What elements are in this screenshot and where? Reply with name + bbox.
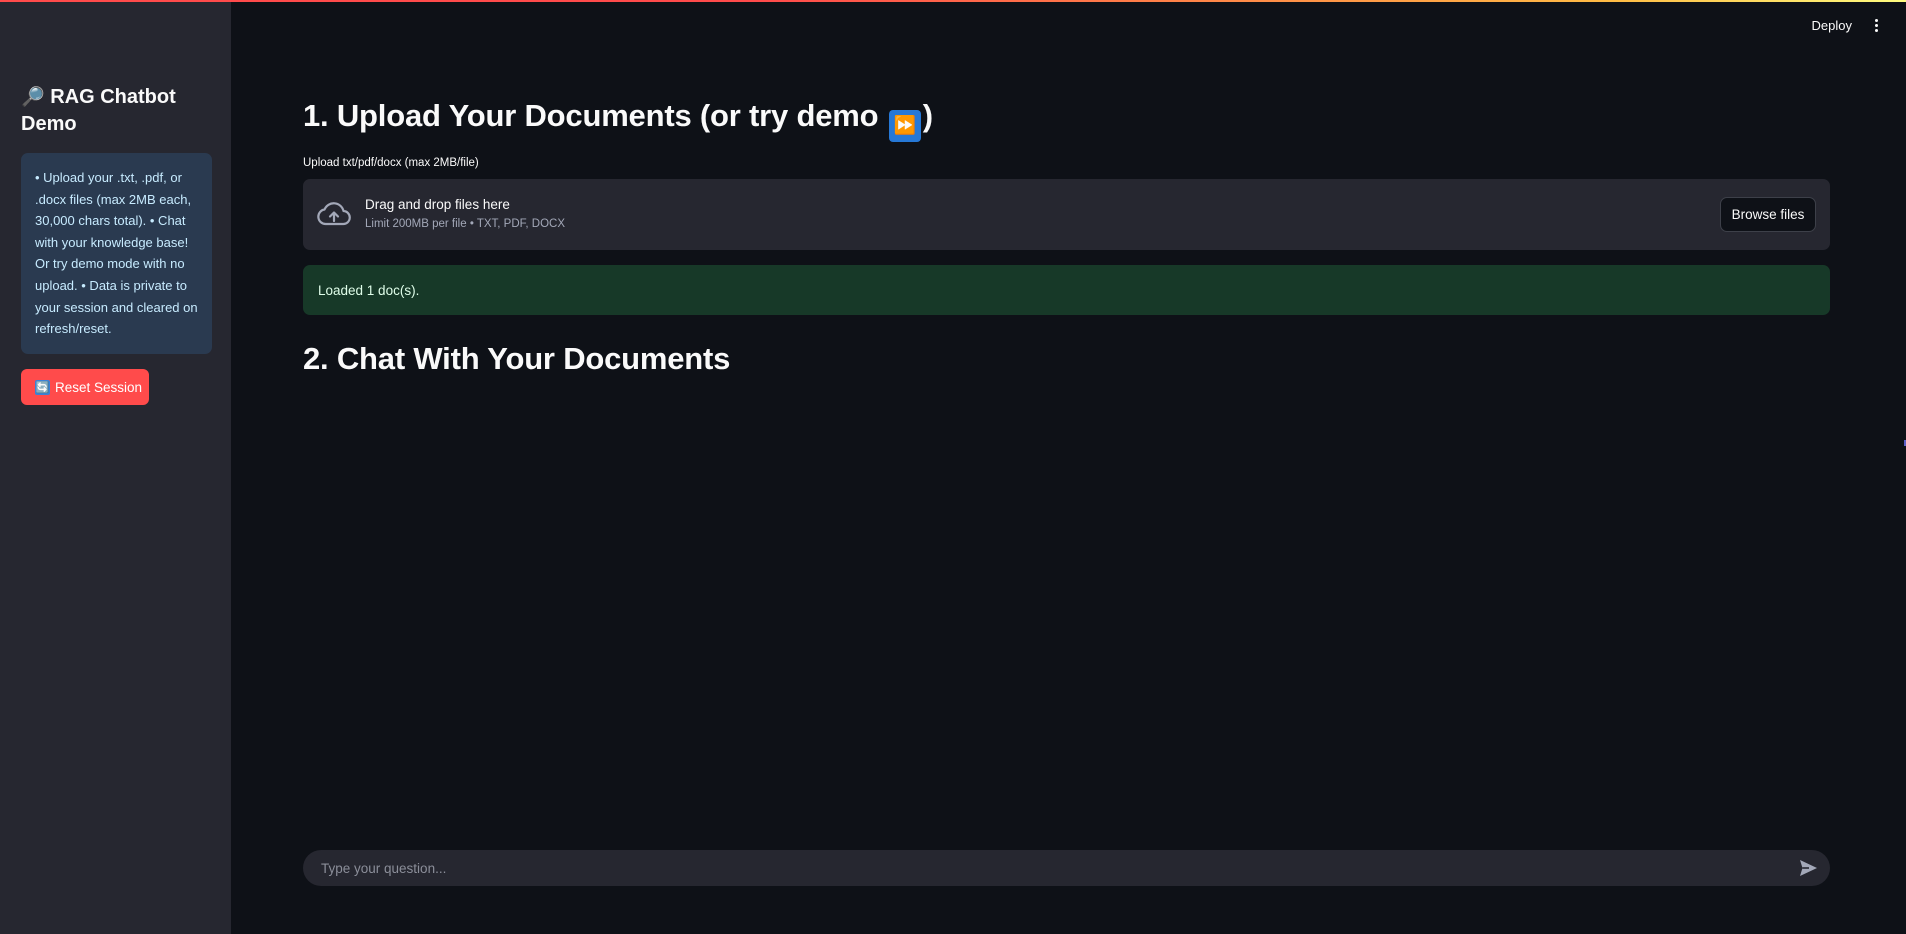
chat-input[interactable]: [319, 850, 1779, 886]
magnifier-icon: 🔎: [21, 87, 45, 108]
reset-session-button[interactable]: 🔄 Reset Session: [21, 369, 149, 405]
status-success-alert: Loaded 1 doc(s).: [303, 265, 1830, 315]
reset-session-label: Reset Session: [55, 379, 143, 395]
refresh-icon: 🔄: [35, 379, 50, 395]
sidebar: 🔎 RAG Chatbot Demo • Upload your .txt, .…: [0, 0, 231, 934]
send-icon[interactable]: [1799, 859, 1818, 877]
main-content: 1. Upload Your Documents (or try demo ⏩)…: [303, 0, 1830, 934]
chat-input-container: [303, 850, 1830, 886]
browse-files-button[interactable]: Browse files: [1720, 197, 1816, 232]
upload-heading-close: ): [922, 98, 933, 133]
kebab-menu-icon[interactable]: [1870, 16, 1882, 36]
sidebar-title-text: RAG Chatbot Demo: [21, 86, 176, 135]
info-box: • Upload your .txt, .pdf, or .docx files…: [21, 153, 212, 354]
fast-forward-icon: ⏩: [888, 109, 921, 142]
sidebar-title: 🔎 RAG Chatbot Demo: [21, 84, 221, 137]
cloud-upload-icon: [317, 202, 351, 226]
uploader-label: Upload txt/pdf/docx (max 2MB/file): [303, 157, 479, 169]
dropzone-text: Drag and drop files here Limit 200MB per…: [365, 196, 565, 230]
dropzone-title: Drag and drop files here: [365, 197, 510, 212]
dropzone-subtitle: Limit 200MB per file • TXT, PDF, DOCX: [365, 218, 566, 230]
upload-heading-text: 1. Upload Your Documents (or try demo: [303, 98, 879, 133]
top-decoration-bar: [0, 0, 1906, 2]
upload-heading: 1. Upload Your Documents (or try demo ⏩): [303, 98, 933, 142]
file-dropzone[interactable]: Drag and drop files here Limit 200MB per…: [303, 179, 1830, 250]
chat-heading: 2. Chat With Your Documents: [303, 341, 731, 376]
